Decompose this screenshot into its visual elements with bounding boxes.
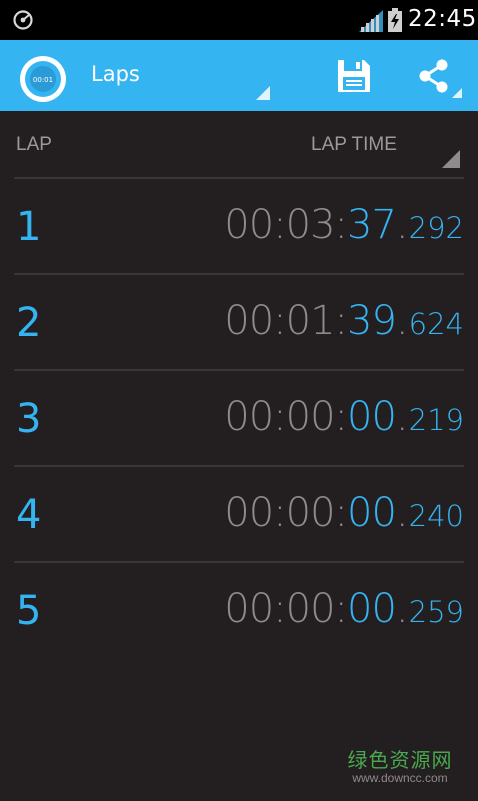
share-overflow-corner-icon — [452, 88, 462, 98]
app-bar: 00:01 Laps — [0, 40, 478, 111]
sort-corner-icon[interactable] — [442, 150, 460, 168]
lap-time-seconds: 00 — [347, 586, 397, 632]
watermark-url: www.downcc.com — [352, 771, 448, 785]
lap-time-hm: 00:00: — [224, 394, 348, 440]
status-time: 22:45 — [408, 6, 477, 32]
row-divider — [14, 369, 464, 371]
table-row[interactable]: 3 00:00:00.219 — [0, 372, 478, 468]
lap-time: 00:03:37.292 — [224, 202, 464, 248]
column-header-lap[interactable]: LAP — [16, 134, 52, 156]
lap-time-hm: 00:03: — [224, 202, 348, 248]
watermark-text: 绿色资源网 — [347, 748, 453, 772]
lap-time-dot: . — [395, 202, 409, 248]
save-button[interactable] — [336, 58, 372, 94]
lap-time-seconds: 00 — [347, 394, 397, 440]
lap-time-dot: . — [395, 490, 409, 536]
share-icon[interactable] — [416, 58, 452, 94]
lap-number: 2 — [16, 300, 42, 346]
stopwatch-logo-icon[interactable]: 00:01 — [18, 54, 68, 104]
spinner-corner-icon — [256, 86, 270, 100]
lap-time-seconds: 39 — [347, 298, 397, 344]
lap-time-dot: . — [395, 586, 409, 632]
header-divider — [14, 177, 464, 179]
signal-icon — [359, 10, 383, 32]
lap-time-dot: . — [395, 298, 409, 344]
lap-time: 00:01:39.624 — [224, 298, 464, 344]
lap-time-hm: 00:01: — [224, 298, 348, 344]
column-header-lap-time[interactable]: LAP TIME — [311, 134, 397, 156]
lap-time-hm: 00:00: — [224, 586, 348, 632]
lap-time-ms: 624 — [408, 307, 464, 341]
table-row[interactable]: 5 00:00:00.259 — [0, 564, 478, 660]
lap-number: 3 — [16, 396, 42, 442]
lap-time: 00:00:00.259 — [224, 586, 464, 632]
lap-time-seconds: 00 — [347, 490, 397, 536]
status-bar: 22:45 — [0, 0, 478, 40]
lap-time-seconds: 37 — [347, 202, 397, 248]
battery-charging-icon — [388, 8, 402, 32]
lap-time: 00:00:00.219 — [224, 394, 464, 440]
table-row[interactable]: 4 00:00:00.240 — [0, 468, 478, 564]
table-row[interactable]: 2 00:01:39.624 — [0, 276, 478, 372]
logo-text: 00:01 — [33, 76, 53, 84]
lap-time-ms: 240 — [408, 499, 464, 533]
row-divider — [14, 273, 464, 275]
row-divider — [14, 465, 464, 467]
lap-number: 1 — [16, 204, 42, 250]
lap-time-ms: 292 — [408, 211, 464, 245]
table-row[interactable]: 1 00:03:37.292 — [0, 180, 478, 276]
lap-time: 00:00:00.240 — [224, 490, 464, 536]
watermark: 绿色资源网 www.downcc.com — [340, 744, 460, 785]
row-divider — [14, 561, 464, 563]
lap-number: 4 — [16, 492, 42, 538]
stopwatch-notification-icon — [13, 10, 33, 30]
lap-time-dot: . — [395, 394, 409, 440]
lap-time-ms: 219 — [408, 403, 464, 437]
app-title[interactable]: Laps — [91, 62, 140, 86]
lap-number: 5 — [16, 588, 42, 634]
lap-time-ms: 259 — [408, 595, 464, 629]
lap-time-hm: 00:00: — [224, 490, 348, 536]
